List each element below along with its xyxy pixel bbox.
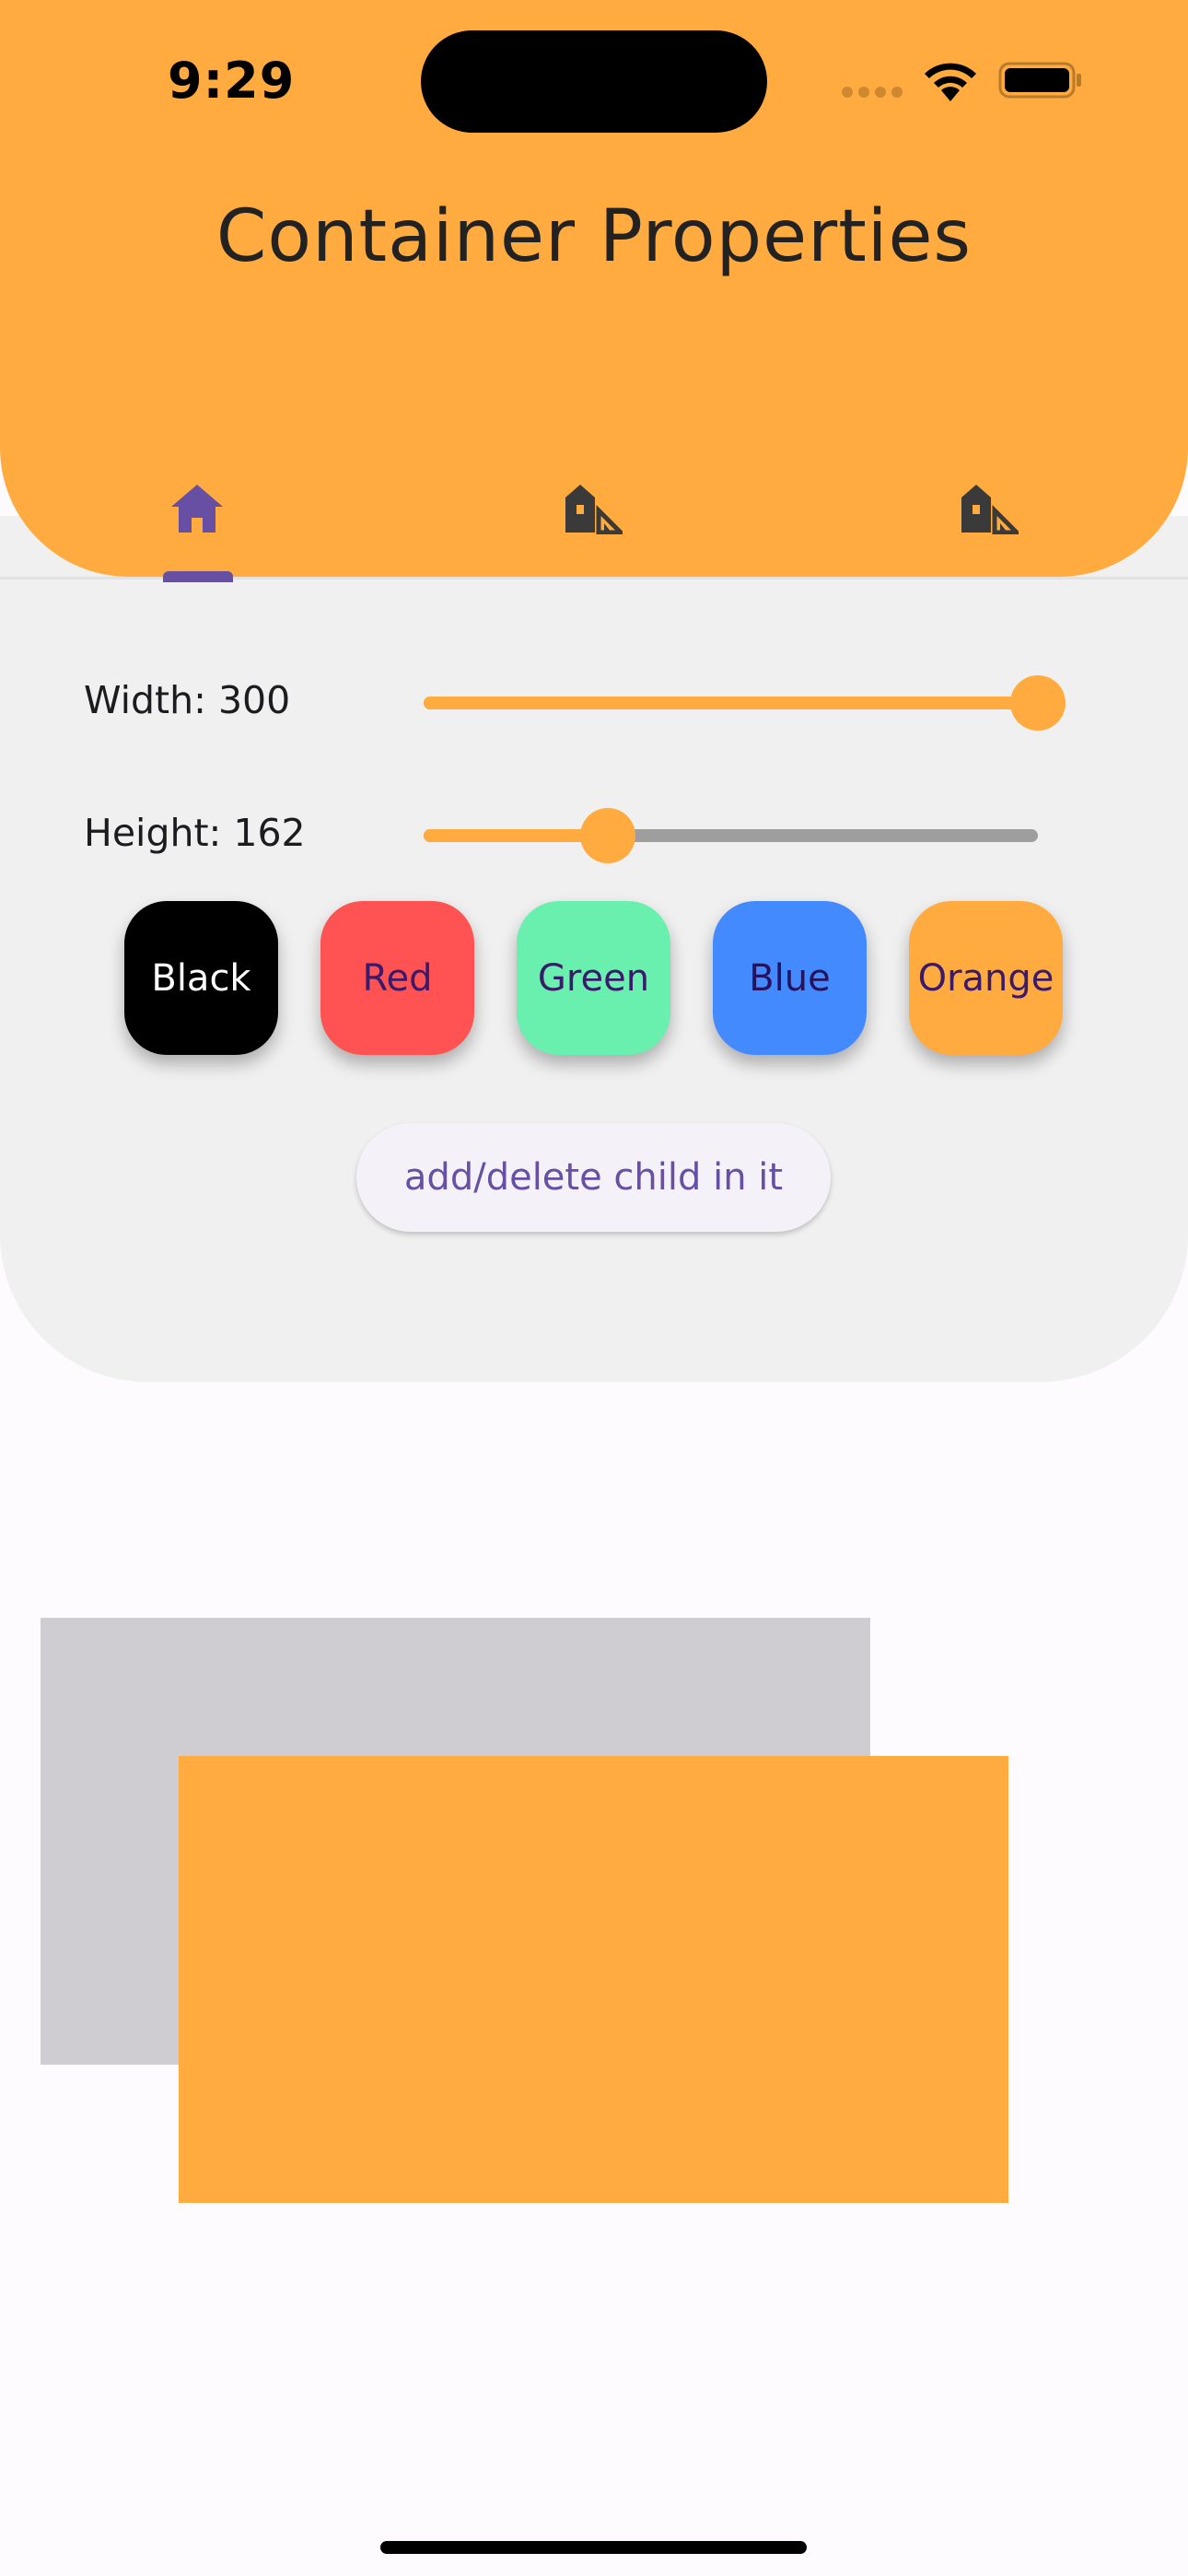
- app-screen: 9:29 Container Properties Width: 300 Hei…: [0, 0, 1188, 2576]
- house-siding-icon: [565, 485, 623, 534]
- add-delete-child-button[interactable]: add/delete child in it: [356, 1123, 831, 1232]
- cellular-signal-icon: [842, 86, 904, 99]
- tab-house-siding[interactable]: [556, 472, 630, 545]
- app-bar: 9:29 Container Properties: [0, 0, 1188, 582]
- wifi-icon: [925, 63, 976, 101]
- slider-thumb[interactable]: [1010, 675, 1066, 731]
- width-slider[interactable]: [424, 675, 1066, 731]
- status-time: 9:29: [168, 52, 296, 110]
- page-title: Container Properties: [215, 195, 973, 278]
- battery-icon: [998, 62, 1081, 99]
- dynamic-island: [421, 30, 767, 133]
- green-button[interactable]: Green: [517, 901, 670, 1055]
- height-label: Height: 162: [84, 811, 306, 855]
- height-slider[interactable]: [424, 808, 1038, 863]
- tab-indicator: [163, 571, 233, 582]
- tab-home[interactable]: [160, 472, 234, 545]
- slider-fill: [424, 697, 1038, 709]
- tab-house-siding-2[interactable]: [952, 472, 1026, 545]
- width-label: Width: 300: [84, 678, 291, 722]
- red-button[interactable]: Red: [320, 901, 474, 1055]
- slider-thumb[interactable]: [580, 808, 636, 863]
- house-siding-icon: [961, 485, 1019, 534]
- home-indicator[interactable]: [380, 2541, 807, 2554]
- blue-button[interactable]: Blue: [713, 901, 867, 1055]
- orange-button[interactable]: Orange: [909, 901, 1063, 1055]
- home-icon: [171, 485, 223, 533]
- black-button[interactable]: Black: [124, 901, 278, 1055]
- child-container: [179, 1756, 1008, 2203]
